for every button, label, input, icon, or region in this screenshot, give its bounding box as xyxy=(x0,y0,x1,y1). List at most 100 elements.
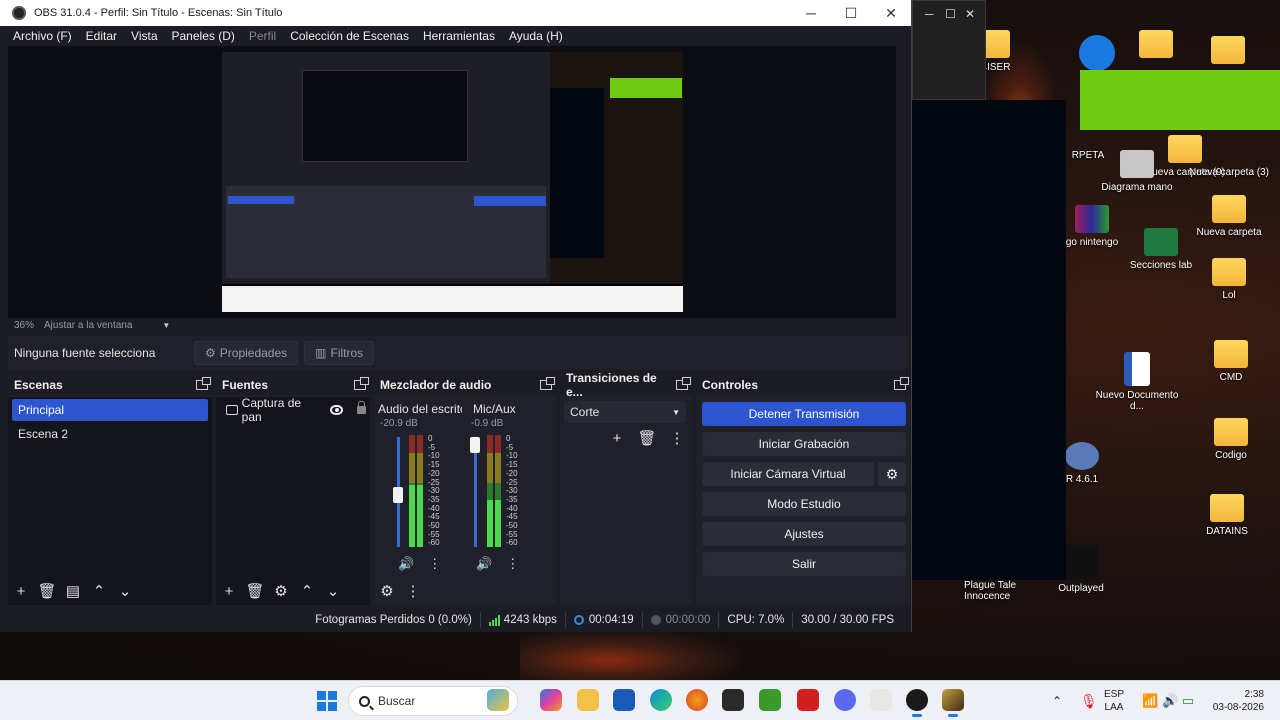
scene-filters-icon[interactable]: ▤ xyxy=(64,582,82,600)
battery-icon[interactable]: ▭ xyxy=(1182,681,1194,720)
move-up-icon[interactable]: ⌃ xyxy=(90,582,108,600)
desktop-icon-folder-top1[interactable] xyxy=(1128,30,1184,62)
wifi-icon[interactable]: 📶 xyxy=(1142,681,1158,720)
gear-icon[interactable]: ⚙ xyxy=(272,582,290,600)
menu-editar[interactable]: Editar xyxy=(79,29,124,43)
windows-start-icon[interactable] xyxy=(317,691,337,711)
file-explorer-icon[interactable] xyxy=(577,689,599,711)
desktop-icon-lol[interactable]: Lol xyxy=(1184,258,1274,301)
add-icon[interactable]: + xyxy=(220,582,238,600)
trash-icon[interactable]: 🗑 xyxy=(637,429,656,447)
copilot-icon[interactable] xyxy=(540,689,562,711)
settings-button[interactable]: Ajustes xyxy=(702,522,906,546)
start-virtual-camera-button[interactable]: Iniciar Cámara Virtual xyxy=(702,462,874,486)
edge-icon[interactable] xyxy=(650,689,672,711)
cpu-usage: CPU: 7.0% xyxy=(727,614,785,626)
trash-icon[interactable]: 🗑 xyxy=(37,582,56,600)
trash-icon[interactable]: 🗑 xyxy=(245,582,264,600)
add-icon[interactable]: + xyxy=(608,429,626,447)
eye-icon[interactable] xyxy=(329,405,344,415)
move-down-icon[interactable]: ⌄ xyxy=(116,582,134,600)
menu-vista[interactable]: Vista xyxy=(124,29,164,43)
desktop-icon-label: Lol xyxy=(1222,290,1236,301)
language-indicator[interactable]: ESP LAA xyxy=(1104,688,1124,714)
menu-archivo[interactable]: Archivo (F) xyxy=(6,29,79,43)
kebab-menu-icon[interactable]: ⋮ xyxy=(506,556,519,572)
microphone-icon[interactable]: 🎙 xyxy=(1080,681,1098,720)
league-taskbar-icon[interactable] xyxy=(942,689,964,717)
advanced-audio-gear-icon[interactable]: ⚙ xyxy=(378,582,396,600)
discord-icon[interactable] xyxy=(834,689,856,711)
minimize-button[interactable]: ─ xyxy=(791,5,831,21)
maximize-button[interactable]: ☐ xyxy=(831,5,871,22)
db-scale: 0 -5 -10 -15 -20 -25 -30 -35 -40 -45 -50 -55 -60 xyxy=(506,434,518,548)
secondary-window[interactable]: ─ ☐ ✕ xyxy=(912,0,986,100)
red-app-icon[interactable] xyxy=(797,689,819,711)
tray-overflow-icon[interactable]: ⌃ xyxy=(1052,681,1062,720)
desktop-icon-app[interactable] xyxy=(1066,35,1128,75)
maximize-icon[interactable]: ☐ xyxy=(945,7,956,21)
undock-icon[interactable] xyxy=(540,377,555,390)
undock-icon[interactable] xyxy=(354,377,369,390)
volume-slider-desktop-audio[interactable] xyxy=(393,437,403,547)
clock-time: 2:38 xyxy=(1244,689,1264,700)
zoom-fit-select[interactable]: Ajustar a la ventana xyxy=(44,320,132,331)
scene-item-escena-2[interactable]: Escena 2 xyxy=(12,423,208,445)
volume-slider-mic-aux[interactable] xyxy=(470,437,480,547)
channel-tools-desktop-audio: 🔊 ⋮ xyxy=(398,556,441,572)
stop-stream-button[interactable]: Detener Transmisión xyxy=(702,402,906,426)
menu-coleccion-escenas[interactable]: Colección de Escenas xyxy=(283,29,416,43)
scene-item-principal[interactable]: Principal xyxy=(12,399,208,421)
undock-icon[interactable] xyxy=(676,377,691,390)
title-bar[interactable]: OBS 31.0.4 - Perfil: Sin Título - Escena… xyxy=(0,0,911,26)
chevron-down-icon[interactable]: ▼ xyxy=(162,321,170,330)
speaker-icon[interactable]: 🔊 xyxy=(476,556,492,572)
desktop-icon-folder-top2[interactable] xyxy=(1200,36,1256,68)
volume-slider-knob[interactable] xyxy=(470,437,480,453)
gamepad-app-icon[interactable] xyxy=(870,689,892,711)
kebab-menu-icon[interactable]: ⋮ xyxy=(428,556,441,572)
virtual-camera-settings-gear-icon[interactable]: ⚙ xyxy=(878,462,906,486)
volume-slider-knob[interactable] xyxy=(393,486,403,503)
properties-button[interactable]: ⚙ Propiedades xyxy=(194,341,299,365)
add-icon[interactable]: + xyxy=(12,582,30,600)
source-item-display-capture[interactable]: Captura de pan xyxy=(220,396,367,424)
close-icon[interactable]: ✕ xyxy=(965,7,975,21)
exit-button[interactable]: Salir xyxy=(702,552,906,576)
studio-mode-button[interactable]: Modo Estudio xyxy=(702,492,906,516)
menu-perfil[interactable]: Perfil xyxy=(242,29,283,43)
desktop-icon-codigo[interactable]: Codigo xyxy=(1186,418,1276,461)
preview-canvas[interactable] xyxy=(222,52,683,312)
clock[interactable]: 2:38 03-08-2026 xyxy=(1204,688,1264,714)
widget-icon[interactable] xyxy=(487,689,509,711)
desktop-icon-nueva-carpeta-3[interactable]: Nueva carpeta (3) xyxy=(1184,135,1274,178)
obs-taskbar-icon[interactable] xyxy=(906,689,928,717)
game-app-icon[interactable] xyxy=(722,689,744,711)
transition-select[interactable]: Corte ▼ xyxy=(564,401,686,423)
minimize-icon[interactable]: ─ xyxy=(925,7,934,21)
sources-dock-title: Fuentes xyxy=(222,378,269,392)
store-icon[interactable] xyxy=(613,689,635,711)
move-down-icon[interactable]: ⌄ xyxy=(324,582,342,600)
close-button[interactable]: ✕ xyxy=(871,5,911,22)
preview-nested-canvas xyxy=(302,70,468,162)
undock-icon[interactable] xyxy=(196,377,211,390)
firefox-icon[interactable] xyxy=(686,689,708,711)
undock-icon[interactable] xyxy=(894,377,909,390)
move-up-icon[interactable]: ⌃ xyxy=(298,582,316,600)
desktop-icon-word-doc[interactable]: Nuevo Documento d... xyxy=(1092,352,1182,412)
menu-ayuda[interactable]: Ayuda (H) xyxy=(502,29,570,43)
menu-herramientas[interactable]: Herramientas xyxy=(416,29,502,43)
desktop-icon-cmd[interactable]: CMD xyxy=(1186,340,1276,383)
desktop-icon-datains[interactable]: DATAINS xyxy=(1182,494,1272,537)
filters-button[interactable]: ▥ Filtros xyxy=(304,341,375,365)
kebab-menu-icon[interactable]: ⋮ xyxy=(668,429,686,447)
start-recording-button[interactable]: Iniciar Grabación xyxy=(702,432,906,456)
menu-paneles[interactable]: Paneles (D) xyxy=(165,29,242,43)
minecraft-icon[interactable] xyxy=(759,689,781,711)
lock-icon[interactable] xyxy=(357,401,367,414)
speaker-icon[interactable]: 🔊 xyxy=(398,556,414,572)
volume-icon[interactable]: 🔊 xyxy=(1162,681,1178,720)
kebab-menu-icon[interactable]: ⋮ xyxy=(404,582,422,600)
desktop-icon-diagrama-mano[interactable]: Diagrama mano xyxy=(1092,150,1182,193)
